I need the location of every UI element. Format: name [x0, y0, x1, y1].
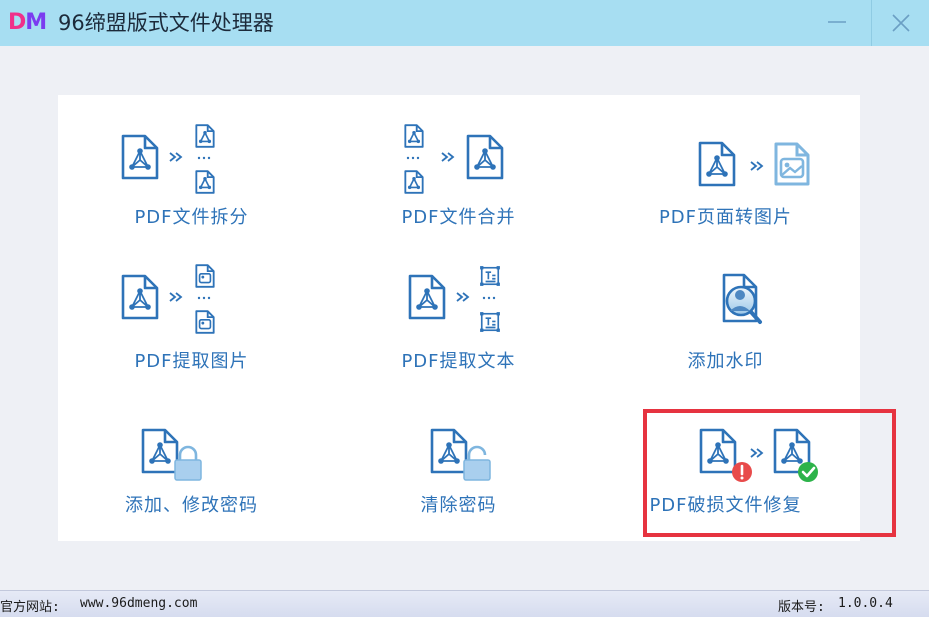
add-password-icon — [141, 428, 202, 481]
title-bar: DM 96缔盟版式文件处理器 — [0, 0, 929, 46]
pdf-to-image-icon — [698, 141, 810, 187]
logo-letter-m: M — [25, 10, 47, 35]
app-logo: DM — [8, 9, 47, 37]
window-title: 96缔盟版式文件处理器 — [58, 11, 274, 35]
minimize-icon — [828, 21, 846, 23]
tool-pdf-to-image[interactable]: PDF页面转图片 — [592, 95, 859, 243]
tool-label: PDF破损文件修复 — [649, 495, 802, 516]
version-label: 版本号: — [778, 600, 825, 615]
logo-letter-d: D — [8, 10, 26, 35]
tool-label: PDF页面转图片 — [658, 207, 793, 228]
tool-add-watermark[interactable]: 添加水印 — [592, 243, 859, 391]
tool-add-password[interactable]: 添加、修改密码 — [58, 391, 325, 539]
extract-images-icon — [121, 264, 215, 334]
watermark-icon — [722, 273, 762, 324]
tool-extract-images[interactable]: PDF提取图片 — [58, 243, 325, 391]
close-button[interactable] — [871, 0, 929, 46]
tool-label: PDF提取图片 — [134, 351, 249, 372]
tool-label: 添加、修改密码 — [125, 495, 258, 516]
unlock-icon — [463, 445, 491, 481]
tool-label: PDF文件拆分 — [134, 207, 249, 228]
tool-label: PDF文件合并 — [401, 207, 516, 228]
version-number: 1.0.0.4 — [838, 596, 893, 611]
tool-pdf-split[interactable]: PDF文件拆分 — [58, 95, 325, 243]
repair-pdf-icon — [699, 428, 818, 482]
tool-panel: PDF文件拆分 PDF文件合并 PDF页面转图片 PDF提取图片 PDF提取文本… — [58, 95, 860, 541]
website-link[interactable]: www.96dmeng.com — [80, 596, 197, 611]
website-label: 官方网站: — [0, 600, 60, 615]
lock-icon — [174, 445, 202, 481]
error-badge-icon — [732, 462, 752, 482]
status-bar: 官方网站: www.96dmeng.com 版本号: 1.0.0.4 — [0, 590, 929, 617]
tool-remove-password[interactable]: 清除密码 — [325, 391, 592, 539]
close-icon — [892, 14, 910, 32]
tool-extract-text[interactable]: PDF提取文本 — [325, 243, 592, 391]
tool-repair-pdf[interactable]: PDF破损文件修复 — [592, 391, 859, 539]
extract-text-icon — [408, 265, 501, 333]
pdf-merge-icon — [404, 124, 504, 194]
tool-label: PDF提取文本 — [401, 351, 516, 372]
success-badge-icon — [798, 462, 818, 482]
remove-password-icon — [430, 428, 491, 481]
pdf-split-icon — [121, 124, 215, 194]
minimize-button[interactable] — [808, 0, 866, 46]
tool-pdf-merge[interactable]: PDF文件合并 — [325, 95, 592, 243]
tool-label: 添加水印 — [687, 351, 764, 372]
main-content: PDF文件拆分 PDF文件合并 PDF页面转图片 PDF提取图片 PDF提取文本… — [0, 46, 929, 590]
tool-label: 清除密码 — [420, 495, 497, 516]
